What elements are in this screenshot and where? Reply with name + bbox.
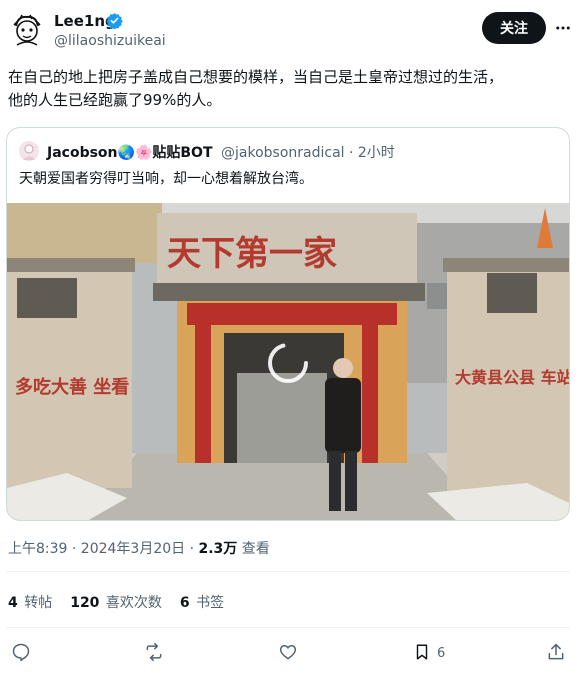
share-icon[interactable] [541,638,571,666]
likes-stat[interactable]: 120 喜欢次数 [70,592,162,612]
bookmarks-count: 6 [179,595,190,611]
tweet-time[interactable]: 上午8:39 · 2024年3月20日 · [8,541,199,557]
author-avatar[interactable] [8,11,46,49]
reply-icon[interactable] [6,638,36,666]
bookmark-count: 6 [437,646,446,661]
quoted-video[interactable]: 多吃大善 坐看 大黄县公县 车站 天下第一家 [7,203,569,520]
verified-badge-icon [106,12,123,30]
retweets-stat[interactable]: 4 转帖 [8,592,52,612]
gate-sign: 天下第一家 [167,234,337,274]
tweet-stats: 4 转帖 120 喜欢次数 6 书签 [8,592,224,612]
retweets-label: 转帖 [24,595,53,611]
action-bar: 6 [0,636,586,668]
tweet-text: 在自己的地上把房子盖成自己想要的模样，当自己是土皇帝过想过的生活， 他的人生已经… [8,66,578,112]
quoted-author-display-name[interactable]: Jacobson🌏🌸贴贴BOT [47,142,213,162]
retweet-icon[interactable] [139,638,169,666]
tweet-text-line: 他的人生已经跑赢了99%的人。 [8,91,222,109]
bookmarks-stat[interactable]: 6 书签 [180,592,224,612]
tweet-header: Lee1ng @lilaoshizuikeai 关注 [0,0,586,60]
wall-text-right: 大黄县公县 车站 [455,368,569,387]
bookmarks-label: 书签 [196,595,225,611]
views-label: 查看 [237,541,270,557]
likes-label: 喜欢次数 [105,595,162,611]
divider [6,571,570,572]
quoted-tweet[interactable]: Jacobson🌏🌸贴贴BOT @jakobsonradical · 2小时 天… [6,127,570,521]
like-icon[interactable] [273,638,303,666]
tweet-text-line: 在自己的地上把房子盖成自己想要的模样，当自己是土皇帝过想过的生活， [8,68,504,86]
divider [6,627,570,628]
author-handle[interactable]: @lilaoshizuikeai [54,33,166,49]
follow-button[interactable]: 关注 [482,12,546,44]
bookmark-icon[interactable] [407,638,437,666]
more-options-icon[interactable] [552,17,574,39]
retweets-count: 4 [8,595,18,611]
views-count: 2.3万 [198,541,238,557]
likes-count: 120 [70,595,100,611]
quoted-author-avatar[interactable] [19,141,39,161]
quoted-author-handle-time[interactable]: @jakobsonradical · 2小时 [221,142,395,162]
tweet-timestamp[interactable]: 上午8:39 · 2024年3月20日 · 2.3万 查看 [8,538,270,558]
wall-text-left: 多吃大善 坐看 [15,376,129,398]
quoted-tweet-text: 天朝爱国者穷得叮当响，却一心想着解放台湾。 [19,171,313,187]
